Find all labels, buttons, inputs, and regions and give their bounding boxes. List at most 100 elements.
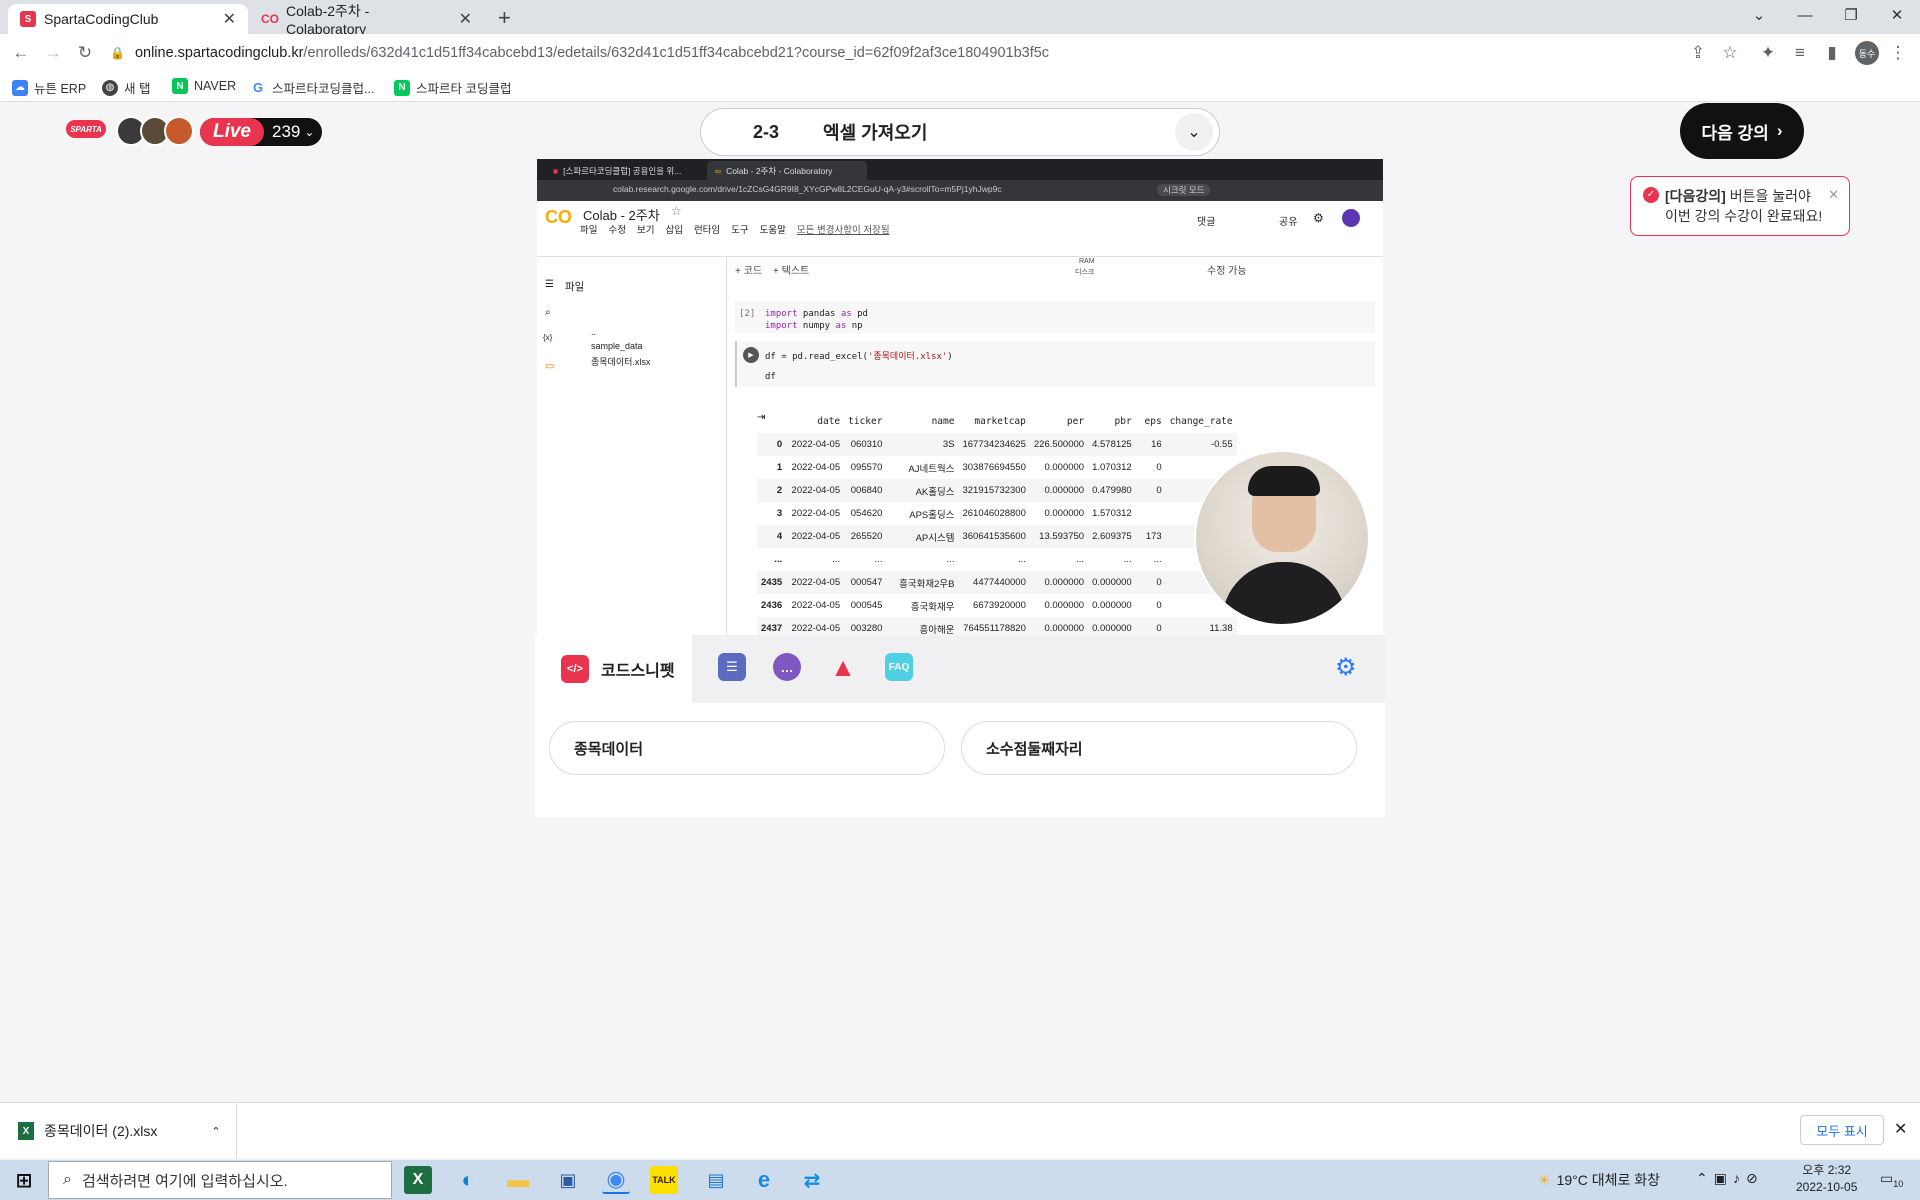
- table-row: 2 2022-04-05 006840 AK홀딩스 321915732300 0.0000…: [757, 479, 1237, 502]
- teamviewer-icon[interactable]: ⇄: [798, 1166, 826, 1194]
- close-window-icon[interactable]: ✕: [1874, 0, 1920, 30]
- code-token: as: [835, 321, 847, 331]
- lecture-tools-panel: </> 코드스니펫 ☰ … ▲ FAQ ⚙ 종목데이터 소수점둘째자리: [535, 635, 1385, 817]
- table-row: 4 2022-04-05 265520 AP시스템 360641535600 13.593…: [757, 525, 1237, 548]
- sparta-favicon: ■: [553, 165, 559, 176]
- google-icon: G: [252, 80, 264, 95]
- maximize-icon[interactable]: ❐: [1828, 0, 1874, 30]
- chat-icon[interactable]: …: [773, 653, 801, 681]
- table-cell: 0.479980: [1088, 479, 1136, 502]
- close-tab-icon[interactable]: ✕: [459, 9, 472, 29]
- snippet-button[interactable]: 종목데이터: [549, 721, 945, 775]
- table-cell: ...: [1088, 548, 1136, 571]
- menu-item: 파일: [580, 225, 598, 236]
- list-icon: ☰: [545, 279, 554, 290]
- edge-icon[interactable]: ◐: [454, 1166, 482, 1194]
- tab-spartacodingclub[interactable]: S SpartaCodingClub ✕: [8, 4, 248, 34]
- bookmark-item[interactable]: N 스파르타 코딩클럽: [394, 78, 511, 97]
- code-token: import: [765, 309, 798, 319]
- table-row: 2435 2022-04-05 000547 흥국화재2우B 4477440000 0.0…: [757, 571, 1237, 594]
- weather-widget[interactable]: ☀ 19°C 대체로 화창: [1538, 1170, 1660, 1190]
- table-row: 3 2022-04-05 054620 APS홀딩스 261046028800 0.000…: [757, 502, 1237, 525]
- table-cell: 4.578125: [1088, 433, 1136, 456]
- table-cell: ...: [786, 548, 845, 571]
- ram-label: RAM: [1079, 258, 1095, 265]
- excel-icon[interactable]: X: [404, 1166, 432, 1194]
- warning-icon[interactable]: ▲: [829, 652, 857, 682]
- app-icon[interactable]: ▤: [702, 1166, 730, 1194]
- table-cell: 173: [1135, 525, 1166, 548]
- code-line: df: [765, 372, 776, 382]
- table-cell: 261046028800: [958, 502, 1030, 525]
- show-all-button[interactable]: 모두 표시: [1800, 1115, 1884, 1145]
- reload-icon[interactable]: ↻: [74, 42, 96, 64]
- url-field[interactable]: 🔒 online.spartacodingclub.kr/enrolleds/6…: [110, 38, 1750, 68]
- tab-code-snippet[interactable]: </> 코드스니펫: [535, 635, 692, 703]
- ie-icon[interactable]: e: [750, 1166, 778, 1194]
- chevron-down-icon[interactable]: ⌄: [1175, 113, 1213, 151]
- bookmark-item[interactable]: N NAVER: [172, 78, 236, 94]
- table-cell: [1135, 502, 1166, 525]
- extensions-icon[interactable]: ✦: [1757, 42, 1779, 64]
- faq-icon[interactable]: FAQ: [885, 653, 913, 681]
- chrome-icon[interactable]: ◉: [602, 1166, 630, 1194]
- tray-icons[interactable]: ⌃▣♪⊘: [1696, 1170, 1764, 1187]
- close-icon[interactable]: ✕: [1894, 1119, 1907, 1139]
- bookmark-item[interactable]: ◍ 새 탭: [102, 78, 150, 97]
- menu-kebab-icon[interactable]: ⋮: [1887, 42, 1909, 64]
- gear-icon[interactable]: ⚙: [1335, 653, 1357, 682]
- media-icon[interactable]: ≡: [1789, 42, 1811, 64]
- table-row: 1 2022-04-05 095570 AJ네트웍스 303876694550 0.000…: [757, 456, 1237, 479]
- next-lesson-button[interactable]: 다음 강의 ›: [1680, 103, 1804, 159]
- code-line: import numpy as np: [765, 321, 863, 331]
- remote-desktop-icon[interactable]: ▣: [554, 1166, 582, 1194]
- windows-start-icon[interactable]: ⊞: [10, 1166, 38, 1194]
- bookmark-item[interactable]: G 스파르타코딩클럽...: [250, 78, 374, 97]
- table-cell: AK홀딩스: [886, 479, 959, 502]
- share-icon[interactable]: ⇪: [1687, 42, 1709, 64]
- bookmark-item[interactable]: ☁ 뉴튼 ERP: [12, 78, 86, 97]
- panel-tabs: </> 코드스니펫 ☰ … ▲ FAQ ⚙: [535, 635, 1385, 703]
- tab-search-icon[interactable]: ⌄: [1736, 0, 1782, 30]
- chevron-up-icon[interactable]: ⌃: [211, 1125, 220, 1138]
- sparta-logo[interactable]: SPARTA: [66, 120, 106, 138]
- table-cell: 0: [1135, 594, 1166, 617]
- live-indicator[interactable]: Live 239 ⌄: [200, 118, 322, 146]
- lesson-selector[interactable]: 2-3 엑셀 가져오기 ⌄: [700, 108, 1220, 156]
- sidepanel-icon[interactable]: ▮: [1821, 42, 1843, 64]
- kakaotalk-icon[interactable]: TALK: [650, 1166, 678, 1194]
- colab-logo-icon: CO: [545, 207, 572, 227]
- snippet-button[interactable]: 소수점둘째자리: [961, 721, 1357, 775]
- taskbar-search[interactable]: ⌕ 검색하려면 여기에 입력하십시오.: [48, 1161, 392, 1199]
- new-tab-icon[interactable]: +: [498, 5, 511, 31]
- bookmark-label: NAVER: [194, 79, 237, 93]
- table-cell: 흥국화재우: [886, 594, 959, 617]
- disk-label: 디스크: [1075, 269, 1095, 276]
- column-header: marketcap: [974, 416, 1026, 427]
- search-icon: ⌕: [545, 307, 551, 318]
- tab-colab[interactable]: CO Colab-2주차 - Colaboratory ✕: [250, 3, 484, 37]
- row-index: 2: [757, 479, 787, 502]
- file-explorer-icon[interactable]: ▬: [504, 1166, 532, 1194]
- code-token: '종목데이터.xlsx': [867, 352, 948, 362]
- checklist-icon[interactable]: ☰: [718, 653, 746, 681]
- forward-icon[interactable]: →: [42, 42, 64, 64]
- clock[interactable]: 오후 2:32 2022-10-05: [1796, 1162, 1857, 1196]
- table-cell: 0.000000: [1029, 502, 1089, 525]
- download-item[interactable]: X 종목데이터 (2).xlsx ⌃: [18, 1121, 221, 1141]
- close-tab-icon[interactable]: ✕: [223, 9, 236, 29]
- check-circle-icon: ✓: [1643, 187, 1659, 203]
- toast-text: 버튼을 눌러야: [1725, 188, 1811, 204]
- bookmark-star-icon[interactable]: ☆: [1719, 42, 1741, 64]
- back-icon[interactable]: ←: [10, 42, 32, 64]
- table-cell: 0: [1135, 571, 1166, 594]
- notification-icon[interactable]: ▭10: [1880, 1170, 1903, 1189]
- code-token: ): [947, 352, 953, 362]
- completion-toast: ✓ [다음강의] 버튼을 눌러야 이번 강의 수강이 완료돼요! ✕: [1630, 176, 1850, 236]
- profile-avatar[interactable]: 동수: [1855, 41, 1879, 65]
- minimize-icon[interactable]: —: [1782, 0, 1828, 30]
- code-line: import pandas as pd: [765, 309, 868, 319]
- next-lesson-label: 다음 강의: [1701, 123, 1769, 143]
- close-icon[interactable]: ✕: [1828, 185, 1839, 205]
- sparta-favicon: S: [20, 11, 36, 27]
